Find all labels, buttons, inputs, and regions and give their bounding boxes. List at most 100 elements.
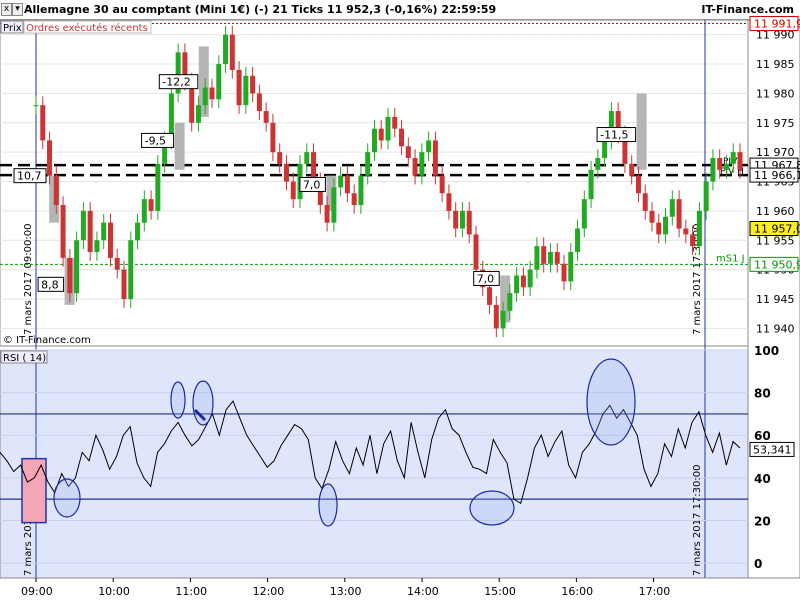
trade-size-label: -11,5 bbox=[600, 129, 628, 142]
candle-body bbox=[202, 87, 208, 106]
candle-body bbox=[216, 64, 222, 100]
candle-body bbox=[209, 87, 215, 100]
tab-rsi-label[interactable]: RSI ( 14) bbox=[3, 353, 46, 364]
ms1-label: mS1 J bbox=[716, 253, 745, 264]
candle-body bbox=[426, 140, 432, 153]
rsi-y-tick-label: 0 bbox=[754, 557, 762, 571]
candle-body bbox=[250, 75, 256, 94]
candle-body bbox=[527, 269, 533, 288]
price-tag-label: 11 991,9 bbox=[754, 18, 800, 31]
candle-body bbox=[101, 222, 107, 241]
candle-body bbox=[67, 257, 73, 294]
price-plot-area bbox=[0, 19, 749, 347]
candle-body bbox=[344, 175, 350, 194]
tab-prix-label[interactable]: Prix bbox=[3, 23, 22, 34]
candle-body bbox=[730, 152, 736, 164]
trade-size-label: 7,0 bbox=[303, 178, 321, 191]
candle-body bbox=[195, 105, 201, 123]
candle-body bbox=[561, 263, 567, 282]
candle-body bbox=[723, 163, 729, 170]
y-tick-label: 11 940 bbox=[756, 322, 795, 335]
order-flow-bar bbox=[174, 122, 185, 170]
candle-body bbox=[507, 293, 513, 311]
candle-body bbox=[487, 287, 493, 305]
candle-body bbox=[696, 210, 702, 247]
candle-body bbox=[74, 240, 80, 294]
candle-body bbox=[378, 128, 384, 141]
candle-body bbox=[656, 222, 662, 235]
candle-body bbox=[534, 246, 540, 270]
candle-body bbox=[277, 152, 283, 164]
candle-body bbox=[290, 181, 296, 200]
candle-body bbox=[493, 304, 499, 329]
trade-size-label: -9,5 bbox=[145, 134, 166, 147]
trade-size-label: 10,7 bbox=[17, 170, 42, 183]
candle-body bbox=[669, 199, 675, 217]
y-tick-label: 11 985 bbox=[756, 58, 795, 71]
y-tick-label: 11 960 bbox=[756, 205, 795, 218]
candle-body bbox=[256, 93, 262, 112]
x-tick-label: 16:00 bbox=[561, 585, 593, 598]
candle-body bbox=[385, 116, 391, 141]
price-tag-label: 11 957,0 bbox=[754, 223, 800, 236]
candle-body bbox=[412, 158, 418, 176]
candle-body bbox=[547, 252, 553, 264]
rsi-zone-ellipse bbox=[469, 490, 515, 526]
candle-body bbox=[683, 228, 689, 235]
candle-body bbox=[473, 234, 479, 270]
price-tag-label: 11 966,1 bbox=[754, 169, 800, 182]
candle-body bbox=[114, 257, 120, 270]
candle-body bbox=[514, 275, 520, 294]
rsi-y-tick-label: 20 bbox=[754, 514, 771, 528]
candle-body bbox=[520, 275, 526, 288]
candle-body bbox=[392, 116, 398, 129]
rsi-zone-ellipse bbox=[586, 358, 636, 446]
candle-body bbox=[642, 193, 648, 211]
candle-body bbox=[554, 252, 560, 264]
candle-body bbox=[141, 199, 147, 223]
trade-size-label: -12,2 bbox=[162, 76, 190, 89]
candle-body bbox=[128, 240, 134, 300]
trade-size-label: 8,8 bbox=[41, 278, 59, 291]
candle-body bbox=[453, 210, 459, 229]
candle-body bbox=[94, 240, 100, 253]
candle-body bbox=[405, 146, 411, 159]
candle-body bbox=[703, 181, 709, 211]
candle-body bbox=[466, 210, 472, 235]
candle-body bbox=[432, 140, 438, 176]
candle-body bbox=[229, 34, 235, 70]
y-tick-label: 11 945 bbox=[756, 293, 795, 306]
series-legend-label: Ordres exécutés récents bbox=[26, 22, 148, 34]
candle-body bbox=[371, 128, 377, 153]
candle-body bbox=[87, 210, 93, 253]
candle-body bbox=[304, 152, 310, 164]
candle-body bbox=[283, 163, 289, 182]
candle-body bbox=[595, 158, 601, 170]
candle-body bbox=[588, 169, 594, 200]
y-tick-label: 11 970 bbox=[756, 146, 795, 159]
candle-body bbox=[399, 128, 405, 147]
candle-body bbox=[541, 246, 547, 264]
candle-body bbox=[439, 175, 445, 194]
rsi-y-tick-label: 60 bbox=[754, 429, 771, 443]
candle-body bbox=[737, 152, 743, 170]
candle-body bbox=[263, 111, 269, 123]
rsi-y-tick-label: 100 bbox=[754, 344, 779, 358]
candle-body bbox=[338, 175, 344, 188]
y-tick-label: 11 980 bbox=[756, 87, 795, 100]
chart-canvas[interactable]: 11 94011 94511 95011 95511 96011 96511 9… bbox=[0, 0, 800, 600]
candle-body bbox=[155, 163, 161, 211]
candle-body bbox=[53, 175, 59, 206]
copyright-label: © IT-Finance.com bbox=[3, 335, 91, 346]
candle-body bbox=[575, 228, 581, 253]
rsi-zone-ellipse bbox=[53, 478, 81, 518]
candle-body bbox=[223, 34, 229, 65]
candle-body bbox=[635, 175, 641, 194]
candle-body bbox=[690, 234, 696, 247]
candle-body bbox=[419, 152, 425, 176]
rsi-zone-ellipse bbox=[318, 483, 338, 527]
chart-window: x ▾ Allemagne 30 au comptant (Mini 1€) (… bbox=[0, 0, 800, 600]
candle-body bbox=[135, 222, 141, 241]
candle-body bbox=[121, 269, 127, 300]
rsi-value-label: 53,341 bbox=[753, 443, 792, 456]
